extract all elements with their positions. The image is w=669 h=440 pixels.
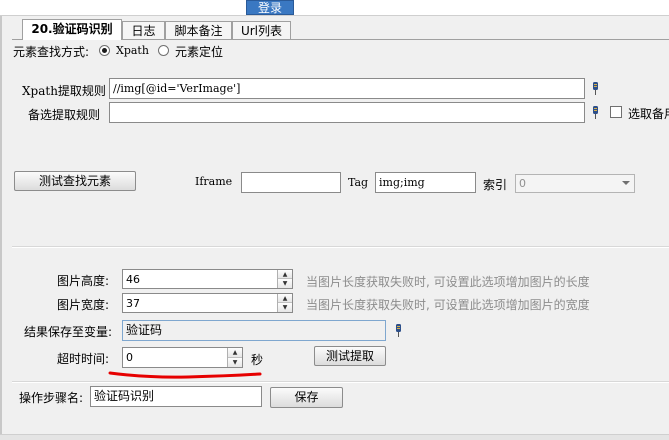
xpath-rule-label: Xpath提取规则 bbox=[22, 84, 106, 98]
stepper-up-icon[interactable]: ▲ bbox=[228, 348, 242, 358]
tag-input[interactable]: img;img bbox=[375, 172, 476, 193]
index-label: 索引 bbox=[483, 178, 508, 192]
chevron-down-icon bbox=[622, 181, 630, 185]
step-name-label: 操作步骤名: bbox=[19, 391, 84, 405]
image-width-value: 37 bbox=[126, 297, 140, 310]
stepper-up-icon[interactable]: ▲ bbox=[278, 294, 292, 303]
tab-script-notes[interactable]: 脚本备注 bbox=[165, 21, 232, 39]
iframe-input[interactable] bbox=[241, 172, 341, 193]
use-backup-checkbox[interactable] bbox=[610, 106, 622, 118]
locate-method-label: 元素查找方式: bbox=[13, 45, 90, 59]
tab-url-list[interactable]: Url列表 bbox=[232, 21, 291, 39]
image-width-hint: 当图片长度获取失败时, 可设置此选项增加图片的宽度 bbox=[306, 298, 590, 312]
xpath-radio-label: Xpath bbox=[116, 44, 149, 57]
left-frame-border bbox=[0, 16, 2, 439]
image-height-stepper[interactable]: 46 ▲ ▼ bbox=[122, 269, 293, 289]
step-name-input[interactable]: 验证码识别 bbox=[90, 386, 262, 407]
iframe-label: Iframe bbox=[195, 175, 233, 188]
index-select-value: 0 bbox=[519, 177, 526, 190]
top-bar bbox=[0, 0, 669, 16]
xpath-radio[interactable] bbox=[99, 45, 110, 56]
stepper-down-icon[interactable]: ▼ bbox=[278, 303, 292, 312]
result-variable-input[interactable]: 验证码 bbox=[122, 320, 386, 341]
tab-captcha[interactable]: 20.验证码识别 bbox=[22, 19, 122, 40]
section-divider-highlight bbox=[12, 247, 669, 248]
test-find-element-button[interactable]: 测试查找元素 bbox=[14, 171, 136, 191]
test-extract-button[interactable]: 测试提取 bbox=[314, 346, 386, 366]
pin-icon[interactable] bbox=[592, 82, 599, 95]
image-width-label: 图片宽度: bbox=[57, 298, 110, 312]
bottom-edge bbox=[0, 434, 669, 440]
pin-icon[interactable] bbox=[592, 106, 599, 119]
timeout-label: 超时时间: bbox=[57, 352, 110, 366]
timeout-unit: 秒 bbox=[251, 353, 264, 367]
tag-label: Tag bbox=[348, 176, 369, 189]
stepper-down-icon[interactable]: ▼ bbox=[278, 279, 292, 288]
timeout-value: 0 bbox=[126, 351, 133, 364]
element-locate-radio-label: 元素定位 bbox=[175, 45, 224, 59]
image-width-stepper[interactable]: 37 ▲ ▼ bbox=[122, 293, 293, 313]
login-button[interactable]: 登录 bbox=[246, 0, 294, 15]
index-select[interactable]: 0 bbox=[515, 174, 635, 193]
image-height-hint: 当图片长度获取失败时, 可设置此选项增加图片的长度 bbox=[306, 275, 590, 289]
stepper-down-icon[interactable]: ▼ bbox=[228, 357, 242, 367]
backup-rule-label: 备选提取规则 bbox=[28, 108, 101, 122]
timeout-stepper[interactable]: 0 ▲ ▼ bbox=[122, 347, 243, 368]
stepper-up-icon[interactable]: ▲ bbox=[278, 270, 292, 279]
element-locate-radio[interactable] bbox=[158, 45, 169, 56]
backup-rule-input[interactable] bbox=[109, 102, 585, 123]
tab-log[interactable]: 日志 bbox=[122, 21, 165, 39]
save-button[interactable]: 保存 bbox=[270, 387, 343, 408]
bottom-divider-highlight bbox=[12, 382, 669, 383]
xpath-rule-input[interactable]: //img[@id='VerImage'] bbox=[109, 78, 585, 99]
use-backup-label: 选取备用 bbox=[628, 107, 669, 121]
red-underline-annotation bbox=[108, 371, 262, 379]
image-height-label: 图片高度: bbox=[57, 274, 110, 288]
image-height-value: 46 bbox=[126, 273, 140, 286]
pin-icon[interactable] bbox=[395, 324, 402, 337]
result-variable-label: 结果保存至变量: bbox=[24, 325, 113, 339]
